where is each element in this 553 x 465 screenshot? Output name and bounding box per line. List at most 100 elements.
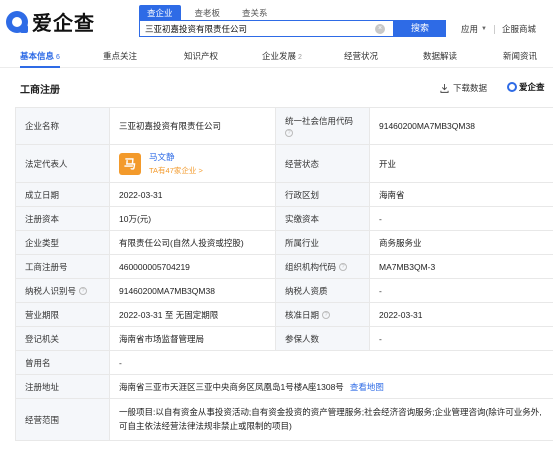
- tab-operations[interactable]: 经营状况: [344, 44, 378, 68]
- tab-search-company[interactable]: 查企业: [139, 5, 181, 21]
- download-data-button[interactable]: 下载数据: [440, 82, 487, 94]
- value-founded: 2022-03-31: [109, 182, 276, 207]
- label-text: 纳税人识别号: [25, 285, 77, 296]
- label-reg-no: 工商注册号: [15, 254, 110, 279]
- help-icon[interactable]: ?: [79, 287, 88, 296]
- table-row: 法定代表人 马 马文静 TA有47家企业 > 经营状态 开业: [15, 144, 553, 183]
- label-address: 注册地址: [15, 374, 110, 399]
- table-row: 工商注册号 460000005704219 组织机构代码? MA7MB3QM-3: [15, 254, 553, 279]
- value-insured: -: [369, 326, 553, 351]
- help-icon[interactable]: ?: [339, 263, 348, 272]
- label-text: 统一社会信用代码: [285, 116, 354, 126]
- search-input[interactable]: 三亚初嘉投资有限责任公司 ×: [139, 20, 394, 37]
- value-company-name: 三亚初嘉投资有限责任公司: [109, 107, 276, 145]
- tab-search-boss[interactable]: 查老板: [187, 5, 229, 21]
- table-row: 经营范围 一般项目:以自有资金从事投资活动;自有资金投资的资产管理服务;社会经济…: [15, 398, 553, 441]
- site-logo[interactable]: 爱企查: [6, 7, 95, 36]
- label-credit-code: 统一社会信用代码 ?: [275, 107, 370, 145]
- value-status: 开业: [369, 144, 553, 183]
- label-founded: 成立日期: [15, 182, 110, 207]
- value-address: 海南省三亚市天涯区三亚中央商务区凤凰岛1号楼A座1308号 查看地图: [109, 374, 553, 399]
- value-taxpayer-quality: -: [369, 278, 553, 303]
- value-scope: 一般项目:以自有资金从事投资活动;自有资金投资的资产管理服务;社会经济咨询服务;…: [109, 398, 553, 441]
- tab-label: 基本信息: [20, 51, 55, 61]
- top-header: 爱企查 查企业 查老板 查关系 三亚初嘉投资有限责任公司 × 搜索 应用 ▼ 企…: [0, 0, 553, 44]
- tab-key-focus[interactable]: 重点关注: [103, 44, 137, 68]
- tab-label: 经营状况: [344, 51, 379, 61]
- value-industry: 商务服务业: [369, 230, 553, 255]
- tab-ip[interactable]: 知识产权: [184, 44, 218, 68]
- tab-data-analysis[interactable]: 数据解读: [423, 44, 457, 68]
- business-mall-link[interactable]: 企服商城: [502, 23, 536, 35]
- label-scope: 经营范围: [15, 398, 110, 441]
- label-company-type: 企业类型: [15, 230, 110, 255]
- help-icon[interactable]: ?: [285, 128, 293, 137]
- section-header: 工商注册 下载数据 爱企查: [0, 75, 553, 99]
- company-nav: 基本信息 6 重点关注 知识产权 企业发展 2 经营状况 数据解读 新闻资讯: [0, 44, 553, 68]
- label-taxpayer-quality: 纳税人资质: [275, 278, 370, 303]
- tab-development[interactable]: 企业发展 2: [262, 44, 302, 68]
- registration-table: 企业名称 三亚初嘉投资有限责任公司 统一社会信用代码 ? 91460200MA7…: [15, 107, 553, 441]
- label-org-code: 组织机构代码?: [275, 254, 370, 279]
- label-insured: 参保人数: [275, 326, 370, 351]
- value-term: 2022-03-31 至 无固定期限: [109, 302, 276, 327]
- logo-icon: [6, 10, 28, 33]
- search-query-text[interactable]: 三亚初嘉投资有限责任公司: [140, 23, 375, 35]
- value-legal-rep: 马 马文静 TA有47家企业 >: [109, 144, 276, 183]
- clear-icon[interactable]: ×: [375, 23, 385, 34]
- tab-label: 数据解读: [423, 51, 458, 61]
- label-former-name: 曾用名: [15, 350, 110, 375]
- avatar[interactable]: 马: [119, 152, 141, 175]
- value-credit-code: 91460200MA7MB3QM38: [369, 107, 553, 145]
- label-authority: 登记机关: [15, 326, 110, 351]
- chevron-down-icon: ▼: [481, 26, 487, 32]
- value-paid-capital: -: [369, 206, 553, 231]
- address-text: 海南省三亚市天涯区三亚中央商务区凤凰岛1号楼A座1308号: [119, 381, 344, 392]
- tab-label: 新闻资讯: [503, 51, 538, 61]
- label-region: 行政区划: [275, 182, 370, 207]
- help-icon[interactable]: ?: [322, 311, 331, 320]
- download-icon: [440, 83, 449, 93]
- search-type-tabs: 查企业 查老板 查关系: [139, 5, 282, 21]
- value-taxpayer-id: 91460200MA7MB3QM38: [109, 278, 276, 303]
- value-former-name: -: [109, 350, 553, 375]
- legal-rep-link[interactable]: 马文静: [149, 151, 203, 163]
- value-company-type: 有限责任公司(自然人投资或控股): [109, 230, 276, 255]
- value-region: 海南省: [369, 182, 553, 207]
- table-row: 成立日期 2022-03-31 行政区划 海南省: [15, 182, 553, 207]
- label-company-name: 企业名称: [15, 107, 110, 145]
- label-text: 组织机构代码: [285, 261, 337, 272]
- label-approval-date: 核准日期?: [275, 302, 370, 327]
- tab-basic-info[interactable]: 基本信息 6: [20, 44, 60, 68]
- label-reg-capital: 注册资本: [15, 206, 110, 231]
- brand-watermark: 爱企查: [507, 81, 545, 93]
- logo-icon: [507, 82, 517, 92]
- tab-news[interactable]: 新闻资讯: [503, 44, 537, 68]
- legal-rep-companies-link[interactable]: TA有47家企业 >: [149, 165, 203, 176]
- view-map-link[interactable]: 查看地图: [350, 382, 384, 392]
- tab-search-relation[interactable]: 查关系: [234, 5, 276, 21]
- divider: [493, 24, 495, 34]
- brand-mini-text: 爱企查: [519, 82, 545, 92]
- search-button[interactable]: 搜索: [394, 20, 446, 37]
- tab-label: 重点关注: [103, 51, 138, 61]
- table-row: 注册资本 10万(元) 实缴资本 -: [15, 206, 553, 231]
- label-term: 营业期限: [15, 302, 110, 327]
- apps-menu[interactable]: 应用: [461, 23, 478, 35]
- table-row: 登记机关 海南省市场监督管理局 参保人数 -: [15, 326, 553, 351]
- logo-text: 爱企查: [32, 13, 95, 35]
- top-links: 应用 ▼ 企服商城: [461, 23, 536, 35]
- table-row: 纳税人识别号? 91460200MA7MB3QM38 纳税人资质 -: [15, 278, 553, 303]
- table-row: 曾用名 -: [15, 350, 553, 375]
- label-legal-rep: 法定代表人: [15, 144, 110, 183]
- value-org-code: MA7MB3QM-3: [369, 254, 553, 279]
- label-taxpayer-id: 纳税人识别号?: [15, 278, 110, 303]
- tab-label: 知识产权: [184, 51, 219, 61]
- label-industry: 所属行业: [275, 230, 370, 255]
- download-label: 下载数据: [453, 83, 488, 93]
- value-approval-date: 2022-03-31: [369, 302, 553, 327]
- label-paid-capital: 实缴资本: [275, 206, 370, 231]
- label-text: 核准日期: [285, 309, 320, 320]
- label-status: 经营状态: [275, 144, 370, 183]
- table-row: 企业名称 三亚初嘉投资有限责任公司 统一社会信用代码 ? 91460200MA7…: [15, 107, 553, 145]
